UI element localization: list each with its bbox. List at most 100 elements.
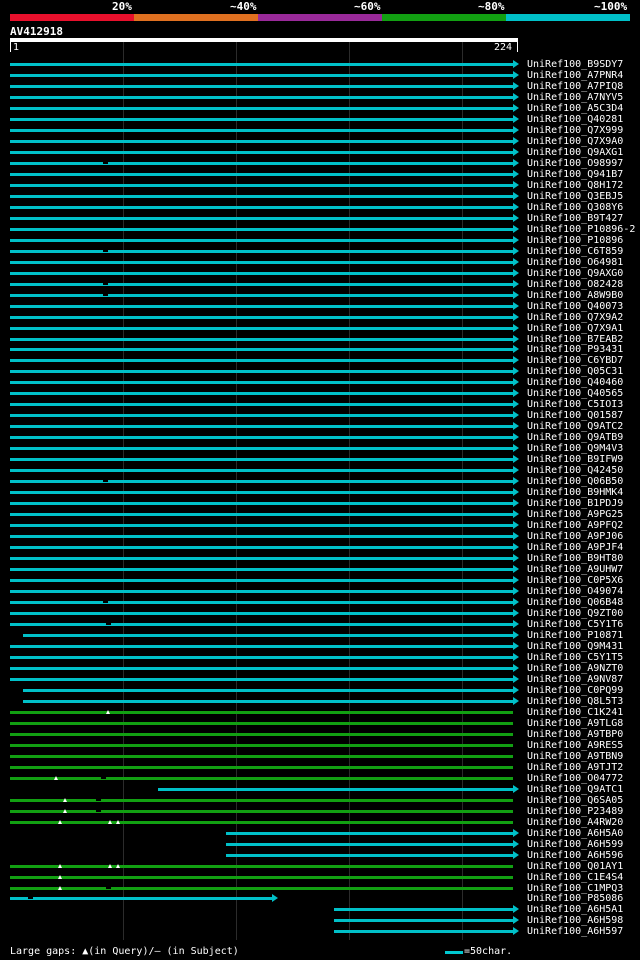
hit-row[interactable]: UniRef100_B9SDY7 xyxy=(0,59,640,70)
hit-name-link[interactable]: UniRef100_C0P5X6 xyxy=(527,575,623,586)
hit-bar[interactable] xyxy=(10,238,513,242)
hit-name-link[interactable]: UniRef100_A6H598 xyxy=(527,915,623,926)
hit-name-link[interactable]: UniRef100_Q9ATC1 xyxy=(527,784,623,795)
hit-name-link[interactable]: UniRef100_Q7X999 xyxy=(527,125,623,136)
hit-name-link[interactable]: UniRef100_Q9M4V3 xyxy=(527,443,623,454)
hit-row[interactable]: UniRef100_Q7X999 xyxy=(0,125,640,136)
hit-row[interactable]: UniRef100_A6H597 xyxy=(0,926,640,937)
hit-name-link[interactable]: UniRef100_C5IOI3 xyxy=(527,399,623,410)
hit-bar[interactable] xyxy=(10,655,513,659)
hit-name-link[interactable]: UniRef100_A6H599 xyxy=(527,839,623,850)
hit-name-link[interactable]: UniRef100_A9PG25 xyxy=(527,509,623,520)
hit-row[interactable]: UniRef100_A9UHW7 xyxy=(0,564,640,575)
hit-row[interactable]: UniRef100_A6H596 xyxy=(0,850,640,861)
hit-bar[interactable] xyxy=(10,150,513,154)
hit-row[interactable]: UniRef100_Q941B7 xyxy=(0,169,640,180)
hit-name-link[interactable]: UniRef100_Q01587 xyxy=(527,410,623,421)
hit-bar[interactable] xyxy=(10,359,513,363)
hit-name-link[interactable]: UniRef100_A9UHW7 xyxy=(527,564,623,575)
hit-row[interactable]: UniRef100_C0P5X6 xyxy=(0,575,640,586)
hit-bar[interactable] xyxy=(10,348,513,352)
hit-row[interactable]: UniRef100_A6H598 xyxy=(0,915,640,926)
hit-bar[interactable] xyxy=(10,677,513,681)
hit-name-link[interactable]: UniRef100_C6T859 xyxy=(527,246,623,257)
hit-bar[interactable] xyxy=(10,194,513,198)
hit-row[interactable]: UniRef100_Q06B48 xyxy=(0,597,640,608)
hit-row[interactable]: UniRef100_A9TBP0 xyxy=(0,729,640,740)
hit-bar[interactable] xyxy=(226,853,513,857)
hit-bar[interactable] xyxy=(10,381,513,385)
hit-bar[interactable] xyxy=(226,831,513,835)
hit-row[interactable]: UniRef100_C0PQ99 xyxy=(0,685,640,696)
hit-row[interactable]: UniRef100_Q8H172 xyxy=(0,180,640,191)
hit-name-link[interactable]: UniRef100_P85086 xyxy=(527,893,623,904)
hit-row[interactable]: UniRef100_Q6SA05 xyxy=(0,795,640,806)
hit-name-link[interactable]: UniRef100_Q06B50 xyxy=(527,476,623,487)
hit-name-link[interactable]: UniRef100_P93431 xyxy=(527,344,623,355)
hit-row[interactable]: UniRef100_Q7X9A1 xyxy=(0,323,640,334)
hit-name-link[interactable]: UniRef100_A6H596 xyxy=(527,850,623,861)
hit-bar[interactable] xyxy=(10,183,513,187)
hit-name-link[interactable]: UniRef100_A6H5A1 xyxy=(527,904,623,915)
hit-name-link[interactable]: UniRef100_A9NZT0 xyxy=(527,663,623,674)
hit-row[interactable]: UniRef100_Q42450 xyxy=(0,465,640,476)
hit-bar[interactable] xyxy=(10,84,513,88)
hit-row[interactable]: UniRef100_P10871 xyxy=(0,630,640,641)
hit-bar[interactable] xyxy=(10,809,513,813)
hit-bar[interactable] xyxy=(10,579,513,583)
hit-row[interactable]: UniRef100_A9PG25 xyxy=(0,509,640,520)
hit-bar[interactable] xyxy=(10,721,513,725)
hit-name-link[interactable]: UniRef100_C1K241 xyxy=(527,707,623,718)
hit-bar[interactable] xyxy=(10,106,513,110)
hit-name-link[interactable]: UniRef100_A9PFQ2 xyxy=(527,520,623,531)
hit-row[interactable]: UniRef100_A6H5A0 xyxy=(0,828,640,839)
hit-row[interactable]: UniRef100_A9PJ06 xyxy=(0,531,640,542)
hit-name-link[interactable]: UniRef100_Q9ATC2 xyxy=(527,421,623,432)
hit-row[interactable]: UniRef100_A9TLG8 xyxy=(0,718,640,729)
hit-bar[interactable] xyxy=(10,765,513,769)
hit-row[interactable]: UniRef100_P85086 xyxy=(0,893,640,904)
hit-row[interactable]: UniRef100_Q9AXG1 xyxy=(0,147,640,158)
hit-bar[interactable] xyxy=(10,271,513,275)
hit-name-link[interactable]: UniRef100_O98997 xyxy=(527,158,623,169)
hit-name-link[interactable]: UniRef100_B1PDJ9 xyxy=(527,498,623,509)
hit-bar[interactable] xyxy=(10,260,513,264)
hit-name-link[interactable]: UniRef100_Q06B48 xyxy=(527,597,623,608)
hit-bar[interactable] xyxy=(10,128,513,132)
hit-name-link[interactable]: UniRef100_A9TBP0 xyxy=(527,729,623,740)
hit-name-link[interactable]: UniRef100_P10896 xyxy=(527,235,623,246)
hit-name-link[interactable]: UniRef100_Q7X9A2 xyxy=(527,312,623,323)
hit-bar[interactable] xyxy=(10,666,513,670)
hit-bar[interactable] xyxy=(10,227,513,231)
hit-row[interactable]: UniRef100_O64981 xyxy=(0,257,640,268)
hit-row[interactable]: UniRef100_C5IOI3 xyxy=(0,399,640,410)
hit-bar[interactable] xyxy=(226,842,513,846)
hit-name-link[interactable]: UniRef100_C0PQ99 xyxy=(527,685,623,696)
hit-name-link[interactable]: UniRef100_A8W9B0 xyxy=(527,290,623,301)
hit-name-link[interactable]: UniRef100_Q40460 xyxy=(527,377,623,388)
hit-bar[interactable] xyxy=(10,743,513,747)
hit-row[interactable]: UniRef100_Q7X9A0 xyxy=(0,136,640,147)
hit-name-link[interactable]: UniRef100_O64981 xyxy=(527,257,623,268)
hit-bar[interactable] xyxy=(10,161,513,165)
hit-bar[interactable] xyxy=(10,282,513,286)
hit-name-link[interactable]: UniRef100_B9HT80 xyxy=(527,553,623,564)
hit-name-link[interactable]: UniRef100_Q40281 xyxy=(527,114,623,125)
hit-bar[interactable] xyxy=(10,535,513,539)
hit-bar[interactable] xyxy=(10,436,513,440)
hit-name-link[interactable]: UniRef100_A5C3D4 xyxy=(527,103,623,114)
hit-row[interactable]: UniRef100_P10896 xyxy=(0,235,640,246)
hit-row[interactable]: UniRef100_A5C3D4 xyxy=(0,103,640,114)
hit-row[interactable]: UniRef100_Q3EBJ5 xyxy=(0,191,640,202)
hit-name-link[interactable]: UniRef100_A9TBN9 xyxy=(527,751,623,762)
hit-row[interactable]: UniRef100_Q9ATB9 xyxy=(0,432,640,443)
hit-bar[interactable] xyxy=(10,425,513,429)
hit-name-link[interactable]: UniRef100_Q7X9A1 xyxy=(527,323,623,334)
hit-bar[interactable] xyxy=(10,216,513,220)
hit-name-link[interactable]: UniRef100_Q9ATB9 xyxy=(527,432,623,443)
hit-name-link[interactable]: UniRef100_O04772 xyxy=(527,773,623,784)
hit-bar[interactable] xyxy=(10,480,513,484)
hit-name-link[interactable]: UniRef100_Q6SA05 xyxy=(527,795,623,806)
hit-row[interactable]: UniRef100_Q9M431 xyxy=(0,641,640,652)
hit-row[interactable]: UniRef100_Q9ATC2 xyxy=(0,421,640,432)
